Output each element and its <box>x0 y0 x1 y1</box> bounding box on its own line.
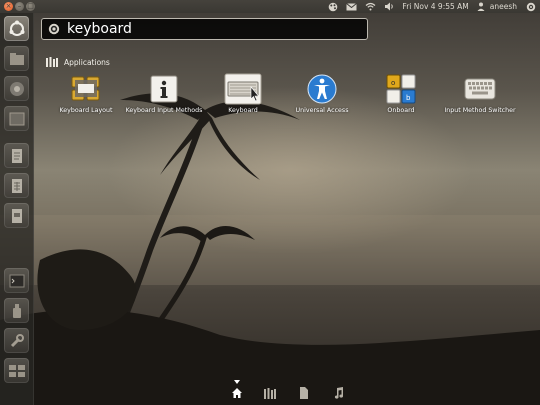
onboard-icon: o b <box>383 72 419 106</box>
files-lens-icon <box>300 387 308 399</box>
network-wifi-icon[interactable] <box>365 1 376 12</box>
system-tray: Fri Nov 4 9:55 AM aneesh <box>319 0 536 13</box>
home-icon <box>232 388 242 398</box>
lens-bar <box>218 380 358 405</box>
search-box <box>41 18 368 40</box>
launcher-browser[interactable] <box>4 76 29 101</box>
result-keyboard-layout[interactable]: Keyboard Layout <box>44 68 128 120</box>
usb-drive-icon <box>12 303 21 318</box>
lens-applications[interactable] <box>262 386 278 400</box>
result-label: Universal Access <box>295 107 349 114</box>
launcher-workspaces[interactable] <box>4 358 29 383</box>
volume-icon[interactable] <box>384 1 395 12</box>
lens-home[interactable] <box>229 386 245 400</box>
lens-music[interactable] <box>330 386 346 400</box>
maximize-window-button[interactable]: □ <box>26 2 35 11</box>
launcher-settings[interactable] <box>4 328 29 353</box>
category-header[interactable]: Applications <box>46 56 110 68</box>
color-palette-icon[interactable] <box>327 1 338 12</box>
launcher-calc[interactable] <box>4 173 29 198</box>
clock[interactable]: Fri Nov 4 9:55 AM <box>402 0 468 13</box>
power-gear-icon[interactable] <box>525 1 536 12</box>
mail-icon[interactable] <box>346 1 358 12</box>
result-label: Onboard <box>387 107 415 114</box>
result-label: Keyboard Layout <box>59 107 113 114</box>
universal-access-icon <box>304 72 340 106</box>
keyboard-layout-icon <box>68 72 104 106</box>
close-window-button[interactable]: × <box>4 2 13 11</box>
result-onboard[interactable]: o b Onboard <box>359 68 443 120</box>
maximize-icon: □ <box>27 2 34 10</box>
close-icon: × <box>5 2 12 10</box>
result-label: Keyboard <box>228 107 258 114</box>
system-settings-icon <box>10 333 24 347</box>
launcher-workspace[interactable] <box>4 106 29 131</box>
launcher-writer[interactable] <box>4 143 29 168</box>
result-universal-access[interactable]: Universal Access <box>280 68 364 120</box>
workspace-icon <box>9 112 24 125</box>
applications-lens-icon <box>264 387 276 399</box>
files-icon <box>9 52 24 65</box>
chrome-browser-icon <box>9 81 24 96</box>
lens-files[interactable] <box>296 386 312 400</box>
top-panel: × – □ Fri Nov 4 9:55 AM aneesh <box>0 0 540 13</box>
workspaces-switcher-icon <box>8 364 25 377</box>
svg-text:b: b <box>406 94 411 102</box>
dash-home-button[interactable] <box>4 16 29 41</box>
user-icon <box>476 1 487 12</box>
clear-search-icon[interactable] <box>48 23 60 35</box>
category-title: Applications <box>64 57 110 67</box>
spreadsheet-icon <box>11 178 22 193</box>
document-icon <box>11 148 22 163</box>
result-keyboard[interactable]: Keyboard <box>201 68 285 120</box>
music-lens-icon <box>334 387 343 399</box>
launcher-terminal[interactable] <box>4 268 29 293</box>
info-icon <box>146 72 182 106</box>
user-name[interactable]: aneesh <box>490 0 517 13</box>
launcher-impress[interactable] <box>4 203 29 228</box>
result-label: Keyboard Input Methods <box>125 107 203 114</box>
svg-text:o: o <box>391 79 395 87</box>
launcher-files[interactable] <box>4 46 29 71</box>
presentation-icon <box>11 208 22 223</box>
result-input-method-switcher[interactable]: Input Method Switcher <box>438 68 522 120</box>
result-label: Input Method Switcher <box>444 107 516 114</box>
launcher-usb-drive[interactable] <box>4 298 29 323</box>
active-lens-indicator <box>234 380 240 384</box>
search-input[interactable] <box>67 19 357 39</box>
keyboard-icon <box>223 72 263 106</box>
dash-home-icon <box>9 20 24 36</box>
minimize-window-button[interactable]: – <box>15 2 24 11</box>
terminal-icon <box>9 274 24 287</box>
launcher <box>0 13 34 405</box>
minimize-icon: – <box>17 2 22 10</box>
result-keyboard-input-methods[interactable]: Keyboard Input Methods <box>122 68 206 120</box>
input-method-switcher-icon <box>462 72 498 106</box>
applications-category-icon <box>46 57 58 67</box>
